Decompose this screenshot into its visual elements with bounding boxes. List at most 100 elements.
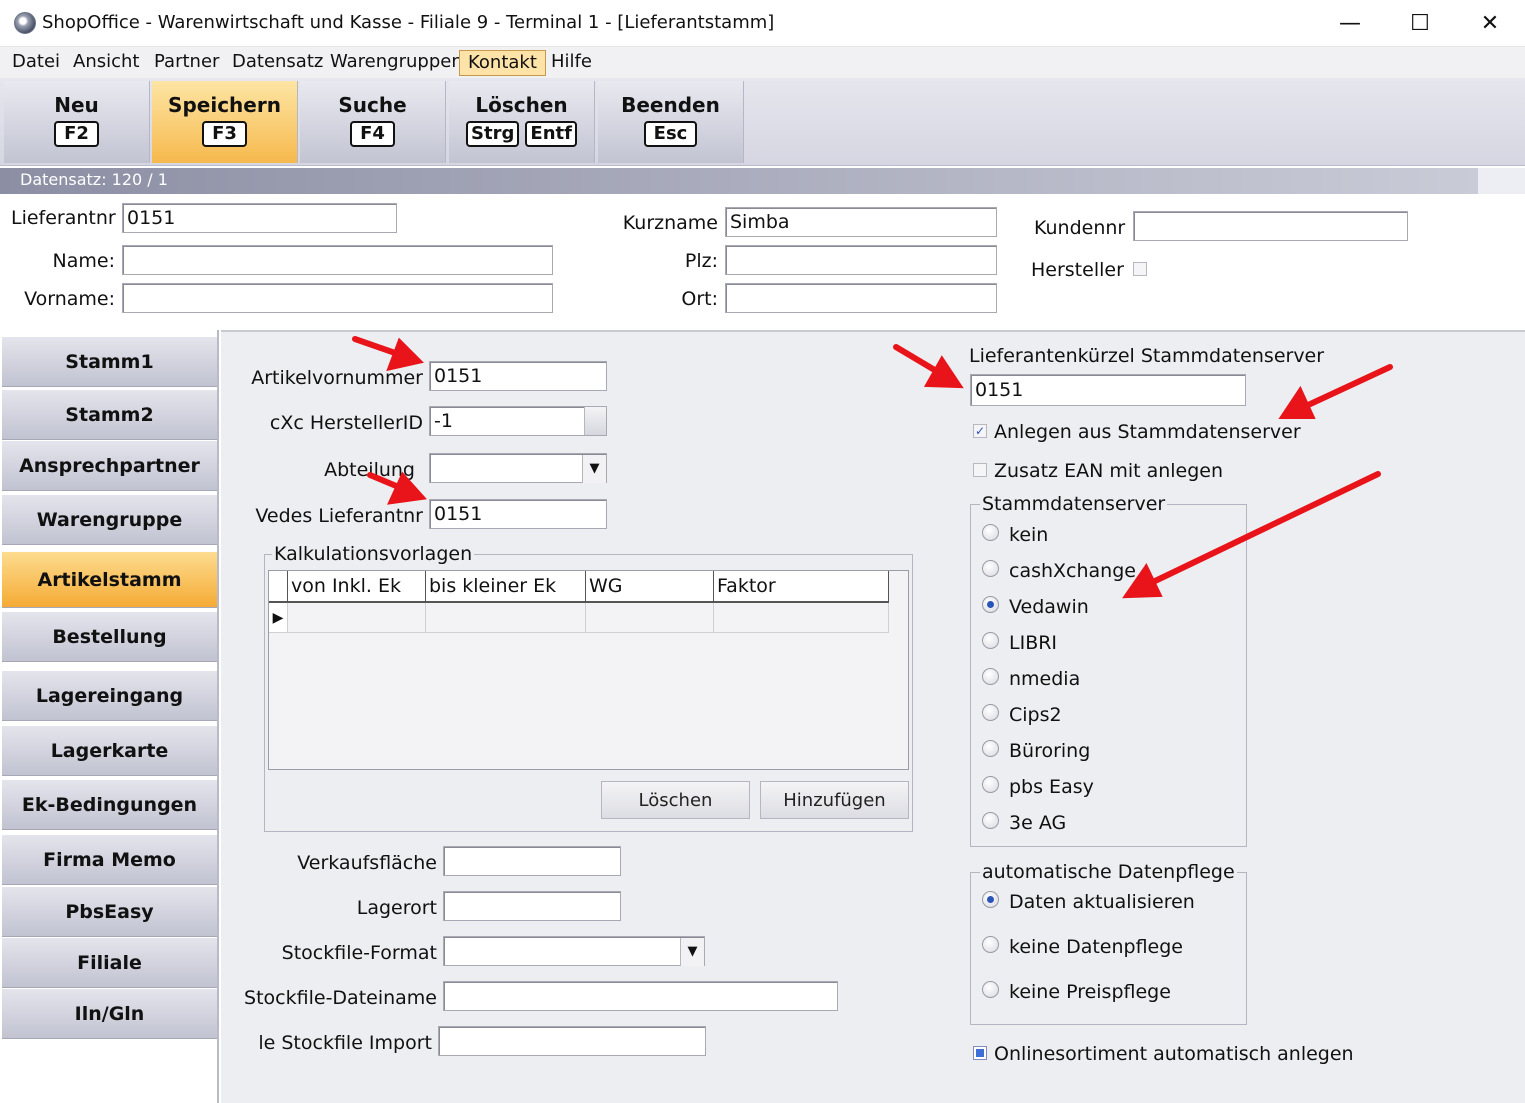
stockfile-format-select[interactable] bbox=[443, 936, 705, 966]
save-button[interactable]: Speichern F3 bbox=[152, 81, 298, 163]
online-label: Onlinesortiment automatisch anlegen bbox=[994, 1043, 1354, 1065]
pflege-keine-preispflege-label: keine Preispflege bbox=[1009, 981, 1171, 1003]
key-strg: Strg bbox=[466, 121, 520, 147]
menu-hilfe[interactable]: Hilfe bbox=[543, 50, 600, 76]
nav-pbseasy[interactable]: PbsEasy bbox=[2, 887, 217, 937]
verkaufsflaeche-input[interactable] bbox=[443, 846, 621, 876]
menu-partner[interactable]: Partner bbox=[146, 50, 227, 76]
radio-cashxchange[interactable] bbox=[982, 560, 999, 577]
key-f3: F3 bbox=[202, 121, 247, 147]
name-input[interactable] bbox=[122, 245, 553, 275]
radio-kein[interactable] bbox=[982, 524, 999, 541]
grid-cell[interactable] bbox=[288, 603, 426, 633]
abteilung-dropdown-icon[interactable]: ▼ bbox=[582, 455, 606, 483]
lieferantnr-label: Lieferantnr bbox=[11, 207, 116, 229]
toolbar: Neu F2 Speichern F3 Suche F4 Löschen Str… bbox=[0, 78, 1525, 166]
exit-button[interactable]: Beenden Esc bbox=[598, 81, 744, 163]
radio-cips2[interactable] bbox=[982, 704, 999, 721]
grid-corner bbox=[269, 571, 288, 603]
radio-keine-preispflege[interactable] bbox=[982, 981, 999, 998]
menu-warengruppen[interactable]: Warengruppen bbox=[322, 50, 471, 76]
vedes-input[interactable] bbox=[429, 499, 607, 529]
nav-filiale[interactable]: Filiale bbox=[2, 938, 217, 988]
key-esc: Esc bbox=[643, 121, 698, 147]
radio-keine-datenpflege[interactable] bbox=[982, 936, 999, 953]
online-checkbox[interactable] bbox=[973, 1046, 987, 1060]
radio-bueroring[interactable] bbox=[982, 740, 999, 757]
grid-header-wg[interactable]: WG bbox=[586, 571, 714, 603]
minimize-button[interactable]: — bbox=[1315, 0, 1385, 47]
nav-ansprechpartner[interactable]: Ansprechpartner bbox=[2, 441, 217, 491]
nav-artikelstamm[interactable]: Artikelstamm bbox=[2, 552, 217, 608]
radio-3e-ag[interactable] bbox=[982, 812, 999, 829]
plz-input[interactable] bbox=[725, 245, 997, 275]
grid-cell[interactable] bbox=[426, 603, 586, 633]
ort-input[interactable] bbox=[725, 283, 997, 313]
hersteller-label: Hersteller bbox=[1031, 259, 1124, 281]
kurzname-input[interactable] bbox=[725, 207, 997, 237]
verkaufsflaeche-label: Verkaufsfläche bbox=[297, 852, 437, 874]
anlegen-checkbox[interactable]: ✓ bbox=[973, 424, 987, 438]
new-button[interactable]: Neu F2 bbox=[4, 81, 150, 163]
lagerort-input[interactable] bbox=[443, 891, 621, 921]
record-indicator: Datensatz: 120 / 1 bbox=[0, 168, 1478, 194]
datenpflege-title: automatische Datenpflege bbox=[980, 861, 1237, 883]
kuerzel-label: Lieferantenkürzel Stammdatenserver bbox=[969, 345, 1325, 367]
kuerzel-input[interactable] bbox=[970, 374, 1246, 406]
lieferantnr-input[interactable] bbox=[122, 203, 397, 233]
radio-libri[interactable] bbox=[982, 632, 999, 649]
grid-header-von[interactable]: von Inkl. Ek bbox=[288, 571, 426, 603]
abteilung-label: Abteilung bbox=[324, 459, 415, 481]
menu-kontakt[interactable]: Kontakt bbox=[459, 50, 546, 76]
radio-nmedia[interactable] bbox=[982, 668, 999, 685]
anlegen-label: Anlegen aus Stammdatenserver bbox=[994, 421, 1301, 443]
nav-ek-bedingungen[interactable]: Ek-Bedingungen bbox=[2, 780, 217, 830]
menu-datensatz[interactable]: Datensatz bbox=[224, 50, 331, 76]
stockfile-dateiname-input[interactable] bbox=[443, 981, 838, 1011]
herstellerid-input[interactable] bbox=[429, 406, 607, 436]
nav-iln-gln[interactable]: Iln/Gln bbox=[2, 989, 217, 1039]
kalkulation-add-button[interactable]: Hinzufügen bbox=[760, 781, 909, 819]
server-nmedia-label: nmedia bbox=[1009, 668, 1081, 690]
grid-cell[interactable] bbox=[586, 603, 714, 633]
search-button[interactable]: Suche F4 bbox=[300, 81, 446, 163]
server-kein-label: kein bbox=[1009, 524, 1049, 546]
radio-pbs-easy[interactable] bbox=[982, 776, 999, 793]
nav-stamm2[interactable]: Stamm2 bbox=[2, 390, 217, 440]
grid-header-faktor[interactable]: Faktor bbox=[714, 571, 889, 603]
close-button[interactable]: ✕ bbox=[1455, 0, 1525, 47]
stockfile-format-dropdown-icon[interactable]: ▼ bbox=[680, 938, 704, 966]
stockfile-format-label: Stockfile-Format bbox=[281, 942, 437, 964]
nav-bestellung[interactable]: Bestellung bbox=[2, 612, 217, 662]
kalkulation-delete-button[interactable]: Löschen bbox=[601, 781, 750, 819]
radio-vedawin[interactable] bbox=[982, 596, 999, 613]
vorname-input[interactable] bbox=[122, 283, 553, 313]
grid-cell[interactable] bbox=[714, 603, 889, 633]
maximize-button[interactable]: ☐ bbox=[1385, 0, 1455, 47]
kalkulation-grid[interactable]: von Inkl. Ek bis kleiner Ek WG Faktor ▶ bbox=[268, 570, 909, 770]
kundennr-input[interactable] bbox=[1133, 211, 1408, 241]
nav-warengruppe[interactable]: Warengruppe bbox=[2, 495, 217, 545]
online-checkbox-mark bbox=[976, 1049, 984, 1057]
menu-datei[interactable]: Datei bbox=[4, 50, 68, 76]
menu-ansicht[interactable]: Ansicht bbox=[65, 50, 147, 76]
key-entf: Entf bbox=[525, 121, 577, 147]
nav-stamm1[interactable]: Stamm1 bbox=[2, 337, 217, 387]
hersteller-checkbox[interactable] bbox=[1133, 262, 1147, 276]
artikelvornummer-input[interactable] bbox=[429, 361, 607, 391]
server-vedawin-label: Vedawin bbox=[1009, 596, 1089, 618]
nav-lagereingang[interactable]: Lagereingang bbox=[2, 671, 217, 721]
stockfile-import-input[interactable] bbox=[438, 1026, 706, 1056]
nav-firma-memo[interactable]: Firma Memo bbox=[2, 835, 217, 885]
nav-lagerkarte[interactable]: Lagerkarte bbox=[2, 726, 217, 776]
menu-bar: Datei Ansicht Partner Datensatz Warengru… bbox=[0, 47, 1525, 78]
grid-header-bis[interactable]: bis kleiner Ek bbox=[426, 571, 586, 603]
zusatz-ean-label: Zusatz EAN mit anlegen bbox=[994, 460, 1224, 482]
abteilung-select[interactable] bbox=[429, 453, 607, 483]
radio-daten-aktualisieren[interactable] bbox=[982, 891, 999, 908]
delete-button-label: Löschen bbox=[475, 93, 568, 117]
delete-button[interactable]: Löschen Strg Entf bbox=[449, 81, 595, 163]
herstellerid-spinner[interactable] bbox=[584, 407, 606, 435]
kalkulation-title: Kalkulationsvorlagen bbox=[272, 543, 475, 565]
zusatz-ean-checkbox[interactable] bbox=[973, 463, 987, 477]
